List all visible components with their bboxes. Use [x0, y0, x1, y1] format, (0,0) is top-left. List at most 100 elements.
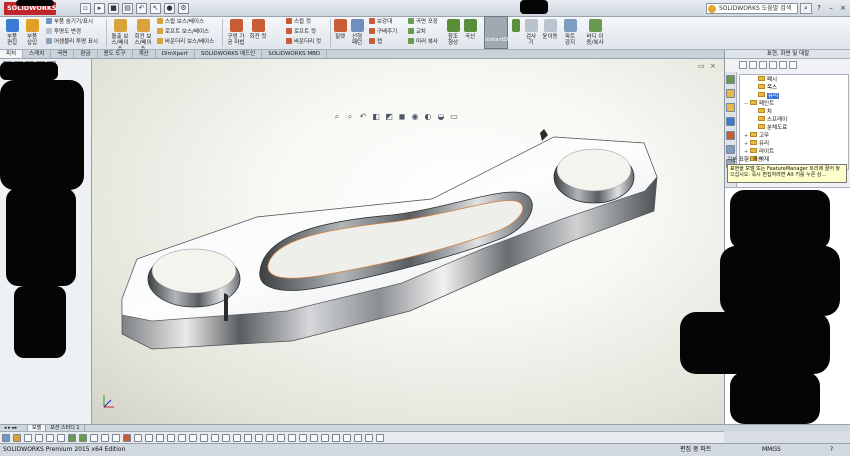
custom-properties-tab-icon[interactable] — [726, 145, 735, 154]
rotate-icon[interactable] — [266, 434, 274, 442]
minimize-icon[interactable]: – — [826, 3, 836, 13]
point-icon[interactable] — [156, 434, 164, 442]
help-status-icon[interactable]: ? — [830, 444, 833, 456]
help-icon[interactable]: ? — [814, 3, 824, 13]
extend-icon[interactable] — [233, 434, 241, 442]
rib[interactable]: 보강대 — [369, 18, 392, 26]
boundary-boss[interactable]: 바운더리 보스/베이스 — [157, 38, 214, 46]
appearances-tab-icon[interactable] — [726, 131, 735, 140]
change-transparency[interactable]: 투명도 변경 — [46, 28, 81, 36]
tree-item[interactable]: + 유리 — [742, 140, 846, 148]
tree-item[interactable]: 폐시 — [742, 76, 846, 84]
fillet-sketch-icon[interactable] — [189, 434, 197, 442]
convert-icon[interactable] — [222, 434, 230, 442]
swept-cut[interactable]: 스윕 컷 — [286, 18, 311, 26]
combine-button[interactable]: 윤이동 — [542, 19, 558, 40]
refresh-icon[interactable] — [779, 61, 787, 69]
move-copy-body-button[interactable]: 바디 이동/복사 — [584, 19, 606, 46]
shell[interactable]: 랩 — [369, 38, 382, 46]
revolved-cut-button[interactable]: 회전 컷 — [249, 19, 267, 40]
loft-boss[interactable]: 로프트 보스/베이스 — [157, 28, 209, 36]
construction-icon[interactable] — [145, 434, 153, 442]
split-button[interactable]: 검사기 — [524, 19, 538, 46]
update-button[interactable]: 파트 감지 — [562, 19, 578, 46]
centerline-icon[interactable] — [167, 434, 175, 442]
forward-icon[interactable] — [749, 61, 757, 69]
open-file-icon[interactable]: ▸ — [94, 3, 105, 14]
tree-item[interactable]: 차 — [742, 108, 846, 116]
hide-show-components[interactable]: 부품 숨기기/표시 — [46, 18, 93, 26]
search-icon[interactable]: ⌕ — [800, 3, 812, 14]
smart-dimension-icon[interactable] — [13, 434, 21, 442]
zoom-area-icon[interactable]: ⌕ — [345, 112, 355, 122]
save-icon[interactable]: ■ — [108, 3, 119, 14]
exit-sketch-icon[interactable] — [354, 434, 362, 442]
up-icon[interactable] — [759, 61, 767, 69]
relation-icon[interactable] — [123, 434, 131, 442]
options-icon[interactable]: ⚙ — [178, 3, 189, 14]
arc-icon[interactable] — [57, 434, 65, 442]
edit-appearance-icon[interactable]: ◐ — [423, 112, 433, 122]
hide-show-items-icon[interactable]: ◉ — [410, 112, 420, 122]
mirror-entities-icon[interactable] — [101, 434, 109, 442]
view-palette-tab-icon[interactable] — [726, 117, 735, 126]
plane-icon[interactable] — [211, 434, 219, 442]
zoom-to-fit-icon[interactable]: ⌕ — [332, 112, 342, 122]
text-icon[interactable] — [200, 434, 208, 442]
insert-part-button[interactable]: 부품 삽입 — [24, 19, 40, 46]
move-icon[interactable] — [255, 434, 263, 442]
mirror[interactable]: 미러 복사 — [408, 38, 438, 46]
lofted-cut[interactable]: 로프트 컷 — [286, 28, 316, 36]
measure-icon[interactable] — [376, 434, 384, 442]
assembly-transparency[interactable]: 어셈블리 투명 표시 — [46, 38, 98, 46]
tab-surfaces[interactable]: 곡면 — [51, 50, 75, 58]
print-icon[interactable]: ▤ — [122, 3, 133, 14]
tab-mbd[interactable]: SOLIDWORKS MBD — [262, 50, 328, 58]
section-icon[interactable] — [365, 434, 373, 442]
file-explorer-tab-icon[interactable] — [726, 103, 735, 112]
pin-icon[interactable] — [789, 61, 797, 69]
split-entities-icon[interactable] — [244, 434, 252, 442]
line-icon[interactable] — [24, 434, 32, 442]
repair-icon[interactable] — [310, 434, 318, 442]
select-icon[interactable]: ↖ — [150, 3, 161, 14]
tab-dimxpert[interactable]: DimXpert — [156, 50, 195, 58]
section-view-icon[interactable]: ◧ — [371, 112, 381, 122]
trim-icon[interactable] — [79, 434, 87, 442]
feature-works-button[interactable] — [512, 19, 520, 34]
sweep-boss[interactable]: 스윕 보스/베이스 — [157, 18, 204, 26]
rectangle-icon[interactable] — [35, 434, 43, 442]
curves-button[interactable]: 곡선 — [463, 19, 477, 40]
design-library-tab-icon[interactable] — [726, 89, 735, 98]
tab-evaluate[interactable]: 계산 — [133, 50, 156, 58]
circle-icon[interactable] — [46, 434, 54, 442]
view-orientation-icon[interactable]: ◩ — [384, 112, 394, 122]
reference-geometry-button[interactable]: 참조 형상 — [446, 19, 460, 46]
close-icon[interactable]: × — [838, 3, 848, 13]
grid-icon[interactable] — [134, 434, 142, 442]
display-delete-icon[interactable] — [321, 434, 329, 442]
resources-tab-icon[interactable] — [726, 75, 735, 84]
instant3d-button[interactable]: InstantD — [484, 16, 508, 49]
fillet-button[interactable]: 필렛 — [333, 19, 347, 40]
tree-item-selected[interactable]: 유리 — [742, 92, 846, 100]
intersect[interactable]: 교차 — [408, 28, 426, 36]
previous-view-icon[interactable]: ↶ — [358, 112, 368, 122]
home-icon[interactable] — [769, 61, 777, 69]
rebuild-icon[interactable]: ● — [164, 3, 175, 14]
offset-icon[interactable] — [90, 434, 98, 442]
draft[interactable]: 구배주기 — [369, 28, 397, 36]
tree-item[interactable]: + 고무 — [742, 132, 846, 140]
extrude-boss-button[interactable]: 돌출 보스/베이스 — [110, 19, 130, 52]
back-icon[interactable] — [739, 61, 747, 69]
wrap[interactable]: 곡면 포장 — [408, 18, 438, 26]
apply-scene-icon[interactable]: ◒ — [436, 112, 446, 122]
spline-icon[interactable] — [68, 434, 76, 442]
boundary-cut[interactable]: 바운더리 컷 — [286, 38, 321, 46]
edit-part-button[interactable]: 부품 편집 — [4, 19, 20, 46]
tree-item[interactable]: 스프레이 — [742, 116, 846, 124]
stretch-icon[interactable] — [299, 434, 307, 442]
extruded-cut-button[interactable]: 구멍 가공 마법 — [226, 19, 246, 46]
display-style-icon[interactable]: ◼ — [397, 112, 407, 122]
tab-sheet-metal[interactable]: 판금 — [74, 50, 98, 58]
